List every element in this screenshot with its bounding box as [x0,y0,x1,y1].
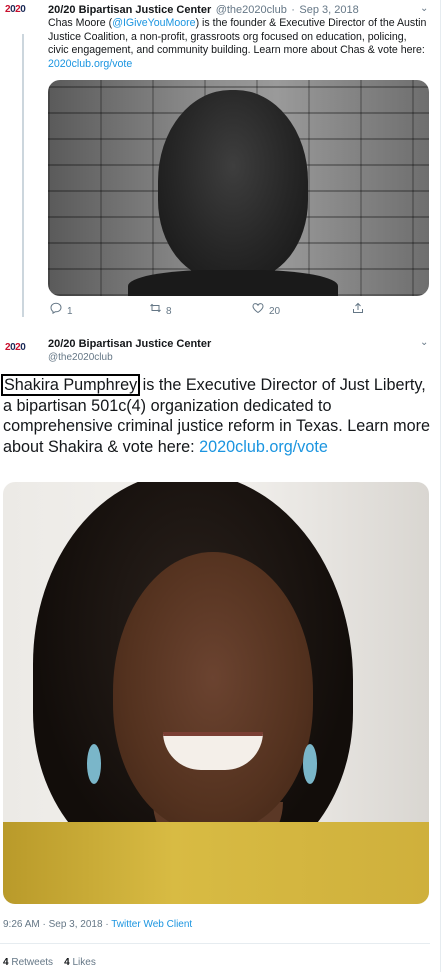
display-name[interactable]: 20/20 Bipartisan Justice Center [48,338,211,350]
divider [0,943,430,944]
chevron-down-icon[interactable]: ⌄ [420,3,428,14]
like-button[interactable]: 20 [251,302,280,319]
retweets-stat[interactable]: 4 Retweets [3,957,53,968]
logo-mark: 2020 [5,342,26,353]
likes-stat[interactable]: 4 Likes [64,957,96,968]
tweet-header: 20/20 Bipartisan Justice Center @the2020… [48,2,428,17]
heart-icon [251,302,265,319]
display-name[interactable]: 20/20 Bipartisan Justice Center [48,4,211,16]
tweet-date[interactable]: Sep 3, 2018 [299,4,358,16]
logo-mark: 2020 [5,4,26,15]
user-handle[interactable]: @the2020club [216,4,287,16]
separator: · [291,4,295,16]
tweet-photo[interactable] [3,482,429,904]
timeline-border [440,0,441,972]
reply-icon [49,302,63,319]
share-icon [351,302,365,319]
client-link[interactable]: Twitter Web Client [111,919,192,930]
highlighted-name: Shakira Pumphrey [0,374,141,396]
retweet-icon [148,302,162,319]
tweet-link[interactable]: 2020club.org/vote [48,58,132,70]
tweet-text: Shakira Pumphrey is the Executive Direct… [0,374,431,456]
reply-count: 1 [67,306,73,317]
chevron-down-icon[interactable]: ⌄ [420,337,428,348]
retweet-button[interactable]: 8 [148,302,172,319]
avatar[interactable]: 2020 [5,342,35,362]
tweet-stats: 4 Retweets 4 Likes [3,957,96,968]
retweet-count: 8 [166,306,172,317]
thread-connector [22,34,24,317]
mention-link[interactable]: @IGiveYouMoore [112,17,195,29]
tweet-metadata: 9:26 AM · Sep 3, 2018 · Twitter Web Clie… [3,919,193,930]
tweet-link[interactable]: 2020club.org/vote [199,438,328,456]
tweet-date[interactable]: Sep 3, 2018 [49,919,103,930]
avatar[interactable]: 2020 [5,4,35,24]
share-button[interactable] [351,302,369,319]
tweet-text: Chas Moore (@IGiveYouMoore) is the found… [48,17,427,70]
reply-button[interactable]: 1 [49,302,73,319]
user-handle[interactable]: @the2020club [48,352,113,363]
like-count: 20 [269,306,281,317]
tweet-time[interactable]: 9:26 AM [3,919,40,930]
tweet-photo[interactable] [48,80,429,296]
